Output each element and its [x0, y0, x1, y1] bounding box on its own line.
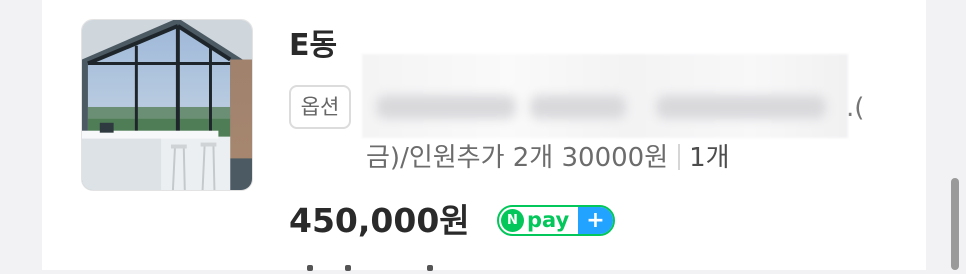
scrollbar-thumb[interactable] [951, 178, 959, 270]
option-text-line1-visible: .( [846, 93, 865, 123]
npay-plus-badge: N pay + [497, 205, 615, 236]
product-title: E동 [289, 28, 338, 63]
npay-label: pay [527, 208, 570, 232]
option-detail: 금)/인원추가 2개 30000원 [366, 143, 669, 173]
npay-n-icon: N [501, 209, 524, 232]
option-text-line2: 금)/인원추가 2개 30000원 1개 [366, 140, 730, 176]
option-badge: 옵션 [289, 85, 351, 129]
room-photo-icon [82, 20, 252, 190]
quantity: 1개 [689, 143, 730, 173]
divider [678, 144, 681, 170]
plus-icon: + [578, 207, 613, 234]
product-thumbnail[interactable] [81, 19, 253, 191]
next-content-cutoff [289, 262, 489, 274]
redacted-option-text [362, 54, 848, 138]
price: 450,000원 [289, 201, 470, 240]
